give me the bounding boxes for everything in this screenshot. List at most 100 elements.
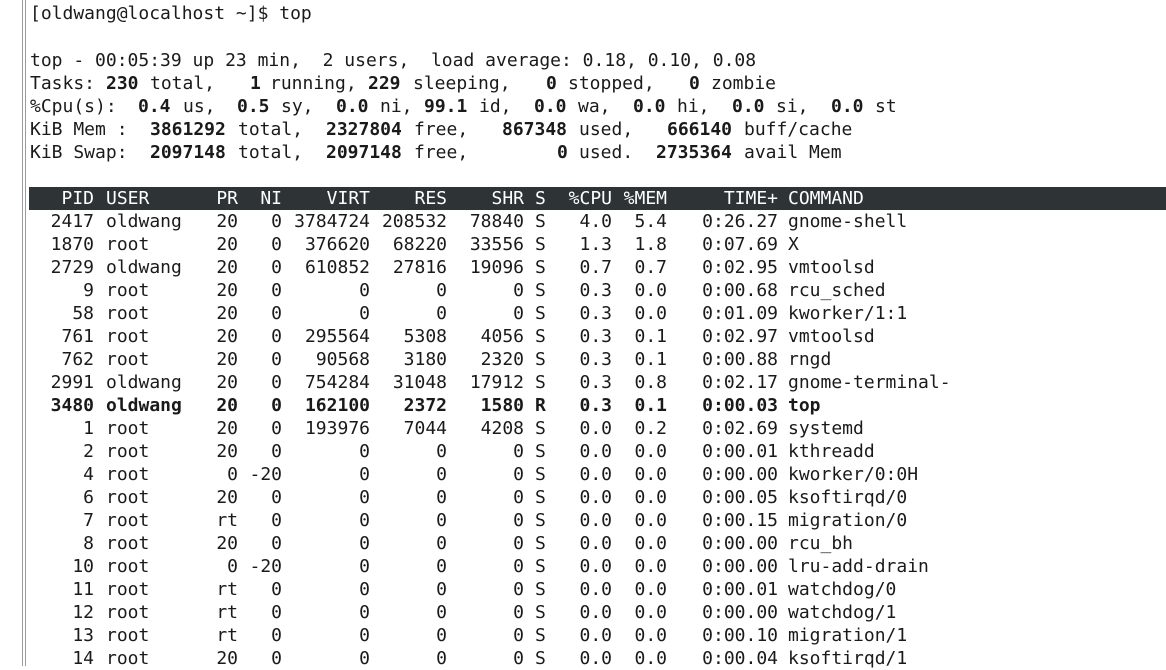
col-ni[interactable]: NI xyxy=(245,187,282,210)
cell-s: S xyxy=(535,257,546,278)
cell-user: root xyxy=(106,234,150,255)
cell-virt: 0 xyxy=(359,487,370,508)
col-s[interactable]: S xyxy=(535,187,546,210)
cell-s: S xyxy=(535,441,546,462)
process-row: 3480 oldwang 20 0 162100 2372 1580 R 0.3 0.1 0:00.… xyxy=(0,394,1166,417)
cell-s: S xyxy=(535,349,546,370)
cell-res: 0 xyxy=(436,625,447,646)
cell-command: vmtoolsd xyxy=(788,257,875,278)
cell-command: kworker/1:1 xyxy=(788,303,908,324)
cell-user: root xyxy=(106,602,150,623)
cell-time: 0:00.00 xyxy=(702,556,778,577)
swap-used: 0 xyxy=(557,142,568,163)
col-virt[interactable]: VIRT xyxy=(285,187,370,210)
process-row: 10 root 0 -20 0 0 0 S 0.0 0.0 0:00.00 lru-add-drain xyxy=(0,555,1166,578)
cpu-us: 0.4 xyxy=(138,96,171,117)
cell-res: 0 xyxy=(436,579,447,600)
cell-pid: 11 xyxy=(72,579,94,600)
col-time[interactable]: TIME+ xyxy=(680,187,778,210)
cell-mem: 0.0 xyxy=(634,556,667,577)
cell-time: 0:00.05 xyxy=(702,487,778,508)
process-row: 1 root 20 0 193976 7044 4208 S 0.0 0.2 0:02.69 syst… xyxy=(0,417,1166,440)
process-row: 9 root 20 0 0 0 0 S 0.3 0.0 0:00.68 rcu_sched xyxy=(0,279,1166,302)
cell-shr: 0 xyxy=(513,556,524,577)
cell-ni: 0 xyxy=(271,510,282,531)
cell-mem: 0.0 xyxy=(634,533,667,554)
cell-res: 5308 xyxy=(403,326,447,347)
mem-free-label: free, xyxy=(414,119,469,140)
cpu-st: 0.0 xyxy=(831,96,864,117)
col-shr[interactable]: SHR xyxy=(452,187,524,210)
swap-total: 2097148 xyxy=(150,142,226,163)
cell-time: 0:00.01 xyxy=(702,579,778,600)
mem-used-label: used, xyxy=(579,119,634,140)
cell-shr: 33556 xyxy=(469,234,524,255)
col-pid[interactable]: PID xyxy=(30,187,94,210)
cell-pr: 20 xyxy=(216,234,238,255)
cell-res: 31048 xyxy=(392,372,447,393)
col-command[interactable]: COMMAND xyxy=(788,187,864,210)
cell-command: top xyxy=(788,395,821,416)
cell-time: 0:00.15 xyxy=(702,510,778,531)
cell-cpu: 0.3 xyxy=(579,395,612,416)
cell-res: 68220 xyxy=(392,234,447,255)
cell-time: 0:00.04 xyxy=(702,648,778,669)
cell-pr: 20 xyxy=(216,303,238,324)
cell-mem: 0.7 xyxy=(634,257,667,278)
cell-ni: 0 xyxy=(271,418,282,439)
cell-time: 0:00.01 xyxy=(702,441,778,462)
cell-res: 0 xyxy=(436,441,447,462)
cell-user: oldwang xyxy=(106,395,182,416)
cell-virt: 0 xyxy=(359,510,370,531)
cell-pr: 20 xyxy=(216,648,238,669)
cell-user: root xyxy=(106,464,150,485)
cell-time: 0:26.27 xyxy=(702,211,778,232)
cell-command: kthreadd xyxy=(788,441,875,462)
cpu-hi-label: hi, xyxy=(677,96,710,117)
column-header-row: PID USER PR NI VIRT RES SHR S %CPU %MEM … xyxy=(0,187,1166,210)
col-user[interactable]: USER xyxy=(106,187,149,210)
cell-command: migration/0 xyxy=(788,510,908,531)
cpu-sy-label: sy, xyxy=(281,96,314,117)
cell-mem: 5.4 xyxy=(634,211,667,232)
cell-mem: 0.0 xyxy=(634,280,667,301)
cell-pid: 2991 xyxy=(50,372,94,393)
cell-s: S xyxy=(535,556,546,577)
cell-mem: 0.0 xyxy=(634,602,667,623)
cell-pid: 2 xyxy=(83,441,94,462)
cell-cpu: 0.0 xyxy=(579,533,612,554)
cell-ni: 0 xyxy=(271,257,282,278)
col-cpu[interactable]: %CPU xyxy=(555,187,612,210)
cell-virt: 162100 xyxy=(304,395,370,416)
cell-command: gnome-shell xyxy=(788,211,908,232)
cell-shr: 0 xyxy=(513,464,524,485)
mem-line: KiB Mem : 3861292 total, 2327804 free, 8… xyxy=(30,118,1130,141)
cell-cpu: 0.0 xyxy=(579,464,612,485)
cell-shr: 0 xyxy=(513,441,524,462)
col-res[interactable]: RES xyxy=(375,187,447,210)
cell-pid: 14 xyxy=(72,648,94,669)
cell-res: 0 xyxy=(436,533,447,554)
cpu-id-label: id, xyxy=(479,96,512,117)
cell-mem: 1.8 xyxy=(634,234,667,255)
cell-pid: 6 xyxy=(83,487,94,508)
cell-shr: 0 xyxy=(513,280,524,301)
cell-virt: 0 xyxy=(359,648,370,669)
cell-virt: 90568 xyxy=(315,349,370,370)
cell-command: watchdog/1 xyxy=(788,602,897,623)
cpu-si: 0.0 xyxy=(732,96,765,117)
tasks-zombie-label: zombie xyxy=(711,73,777,94)
cell-ni: 0 xyxy=(271,303,282,324)
col-mem[interactable]: %MEM xyxy=(615,187,667,210)
cell-shr: 0 xyxy=(513,487,524,508)
cell-user: root xyxy=(106,625,150,646)
cell-user: root xyxy=(106,326,150,347)
cell-virt: 0 xyxy=(359,464,370,485)
cell-pr: 20 xyxy=(216,257,238,278)
cell-s: S xyxy=(535,211,546,232)
cpu-wa-label: wa, xyxy=(578,96,611,117)
cell-s: S xyxy=(535,648,546,669)
cpu-wa: 0.0 xyxy=(534,96,567,117)
process-row: 2417 oldwang 20 0 3784724 208532 78840 S 4.0 5.4 0… xyxy=(0,210,1166,233)
col-pr[interactable]: PR xyxy=(200,187,238,210)
